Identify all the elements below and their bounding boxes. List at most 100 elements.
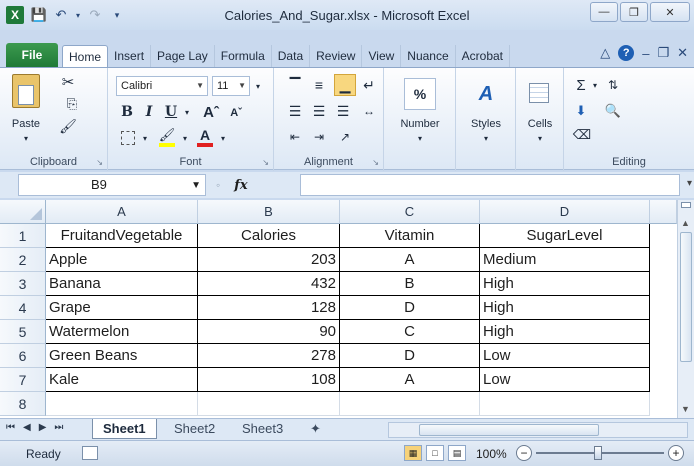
zoom-level[interactable]: 100% (476, 447, 507, 461)
formula-input[interactable] (300, 174, 680, 196)
sort-filter-icon[interactable]: ⇅ (602, 76, 624, 94)
paste-button[interactable]: Paste (4, 116, 48, 132)
fill-color-icon[interactable]: 🖌 (156, 126, 178, 148)
row-header-6[interactable]: 6 (0, 344, 46, 368)
format-painter-icon[interactable]: 🖌 (58, 116, 78, 136)
zoom-in-button[interactable]: + (668, 445, 684, 461)
tab-home[interactable]: Home (62, 45, 109, 67)
styles-button[interactable]: Styles (458, 116, 514, 132)
select-all-button[interactable] (0, 200, 46, 224)
clipboard-launcher-icon[interactable]: ↘ (96, 158, 103, 167)
zoom-slider-thumb[interactable] (594, 446, 602, 460)
sheet-tab-sheet3[interactable]: Sheet3 (232, 419, 293, 439)
fill-color-dropdown-icon[interactable]: ▾ (180, 130, 190, 146)
close-button[interactable]: ✕ (650, 2, 690, 22)
increase-indent-icon[interactable]: ⇥ (310, 128, 328, 146)
file-tab[interactable]: File (6, 43, 58, 67)
font-name-select[interactable]: Calibri ▼ (116, 76, 208, 96)
underline-button[interactable]: U (162, 102, 180, 122)
column-header-e[interactable] (650, 200, 677, 224)
cell-c4[interactable]: D (340, 296, 480, 320)
vertical-scrollbar[interactable]: ▲ ▼ (677, 200, 694, 418)
scroll-up-icon[interactable]: ▲ (681, 218, 690, 228)
alignment-launcher-icon[interactable]: ↘ (372, 158, 379, 167)
first-sheet-icon[interactable]: ⏮ (6, 422, 15, 433)
cell-c3[interactable]: B (340, 272, 480, 296)
page-layout-view-icon[interactable]: □ (426, 445, 444, 461)
column-header-c[interactable]: C (340, 200, 480, 224)
minimize-button[interactable]: — (590, 2, 618, 22)
cell-b3[interactable]: 432 (198, 272, 340, 296)
tab-nuance[interactable]: Nuance (401, 45, 456, 67)
sheet-tab-sheet1[interactable]: Sheet1 (92, 419, 157, 439)
horizontal-scroll-thumb[interactable] (419, 424, 599, 436)
shrink-font-icon[interactable]: Aˇ (226, 104, 246, 122)
font-size-select[interactable]: 11 ▼ (212, 76, 250, 96)
row-header-7[interactable]: 7 (0, 368, 46, 392)
find-select-icon[interactable]: 🔍 (602, 102, 624, 120)
cell-a8[interactable] (46, 392, 198, 416)
copy-icon[interactable]: ⎘ (58, 94, 86, 114)
number-dropdown-icon[interactable]: ▾ (414, 132, 426, 144)
fill-icon[interactable]: ⬇ (572, 102, 590, 120)
cut-icon[interactable]: ✂ (58, 72, 78, 92)
cell-a1[interactable]: FruitandVegetable (46, 224, 198, 248)
workbook-close-icon[interactable]: ✕ (677, 45, 688, 61)
underline-dropdown-icon[interactable]: ▾ (182, 104, 192, 120)
cell-d1[interactable]: SugarLevel (480, 224, 650, 248)
workbook-minimize-icon[interactable]: – (642, 46, 649, 61)
percent-icon[interactable]: % (404, 78, 436, 110)
name-box[interactable]: B9 ▼ (18, 174, 206, 196)
tab-insert[interactable]: Insert (108, 45, 152, 67)
tab-acrobat[interactable]: Acrobat (456, 45, 511, 67)
tab-formulas[interactable]: Formula (215, 45, 272, 67)
row-header-1[interactable]: 1 (0, 224, 46, 248)
align-bottom-icon[interactable]: ▁ (334, 74, 356, 96)
cell-c7[interactable]: A (340, 368, 480, 392)
cell-d7[interactable]: Low (480, 368, 650, 392)
vertical-scroll-thumb[interactable] (680, 232, 692, 362)
column-header-b[interactable]: B (198, 200, 340, 224)
expand-formula-bar-icon[interactable]: ▾ (687, 178, 692, 189)
cell-b7[interactable]: 108 (198, 368, 340, 392)
align-right-icon[interactable]: ☰ (334, 102, 352, 120)
styles-dropdown-icon[interactable]: ▾ (480, 132, 492, 144)
italic-button[interactable]: I (140, 102, 158, 122)
macro-record-icon[interactable] (82, 446, 98, 460)
column-header-d[interactable]: D (480, 200, 650, 224)
font-color-icon[interactable]: A (194, 126, 216, 148)
cell-b6[interactable]: 278 (198, 344, 340, 368)
decrease-indent-icon[interactable]: ⇤ (286, 128, 304, 146)
worksheet-grid[interactable]: A B C D 1 2 3 4 5 6 7 8 FruitandVegetable Calories Vit… (0, 200, 694, 418)
scroll-down-icon[interactable]: ▼ (681, 404, 690, 414)
next-sheet-icon[interactable]: ▶ (39, 422, 47, 433)
cells-icon[interactable] (526, 80, 552, 106)
zoom-out-button[interactable]: − (516, 445, 532, 461)
cell-b8[interactable] (198, 392, 340, 416)
cell-a4[interactable]: Grape (46, 296, 198, 320)
row-header-4[interactable]: 4 (0, 296, 46, 320)
number-format-button[interactable]: Number (388, 116, 452, 132)
insert-sheet-icon[interactable]: ✦ (300, 419, 330, 439)
styles-icon[interactable]: A (470, 78, 502, 110)
tab-page-layout[interactable]: Page Lay (151, 45, 215, 67)
sheet-tab-sheet2[interactable]: Sheet2 (164, 419, 225, 439)
prev-sheet-icon[interactable]: ◀ (23, 422, 31, 433)
font-size-dropdown-icon[interactable]: ▾ (252, 78, 264, 94)
paste-dropdown-icon[interactable]: ▾ (18, 132, 34, 144)
workbook-restore-icon[interactable]: ❐ (657, 45, 669, 61)
font-color-dropdown-icon[interactable]: ▾ (218, 130, 228, 146)
grow-font-icon[interactable]: Aˆ (200, 102, 222, 122)
orientation-icon[interactable]: ↗ (334, 128, 356, 146)
minimize-ribbon-icon[interactable]: △ (600, 45, 610, 61)
normal-view-icon[interactable]: ▦ (404, 445, 422, 461)
clear-icon[interactable]: ⌫ (572, 126, 592, 144)
split-box-icon[interactable] (681, 202, 691, 208)
row-header-8[interactable]: 8 (0, 392, 46, 416)
wrap-text-icon[interactable]: ↵ (360, 76, 378, 94)
cell-d3[interactable]: High (480, 272, 650, 296)
cell-c1[interactable]: Vitamin (340, 224, 480, 248)
align-top-icon[interactable]: ▔ (286, 76, 304, 94)
horizontal-scrollbar[interactable] (388, 422, 688, 438)
font-launcher-icon[interactable]: ↘ (262, 158, 269, 167)
